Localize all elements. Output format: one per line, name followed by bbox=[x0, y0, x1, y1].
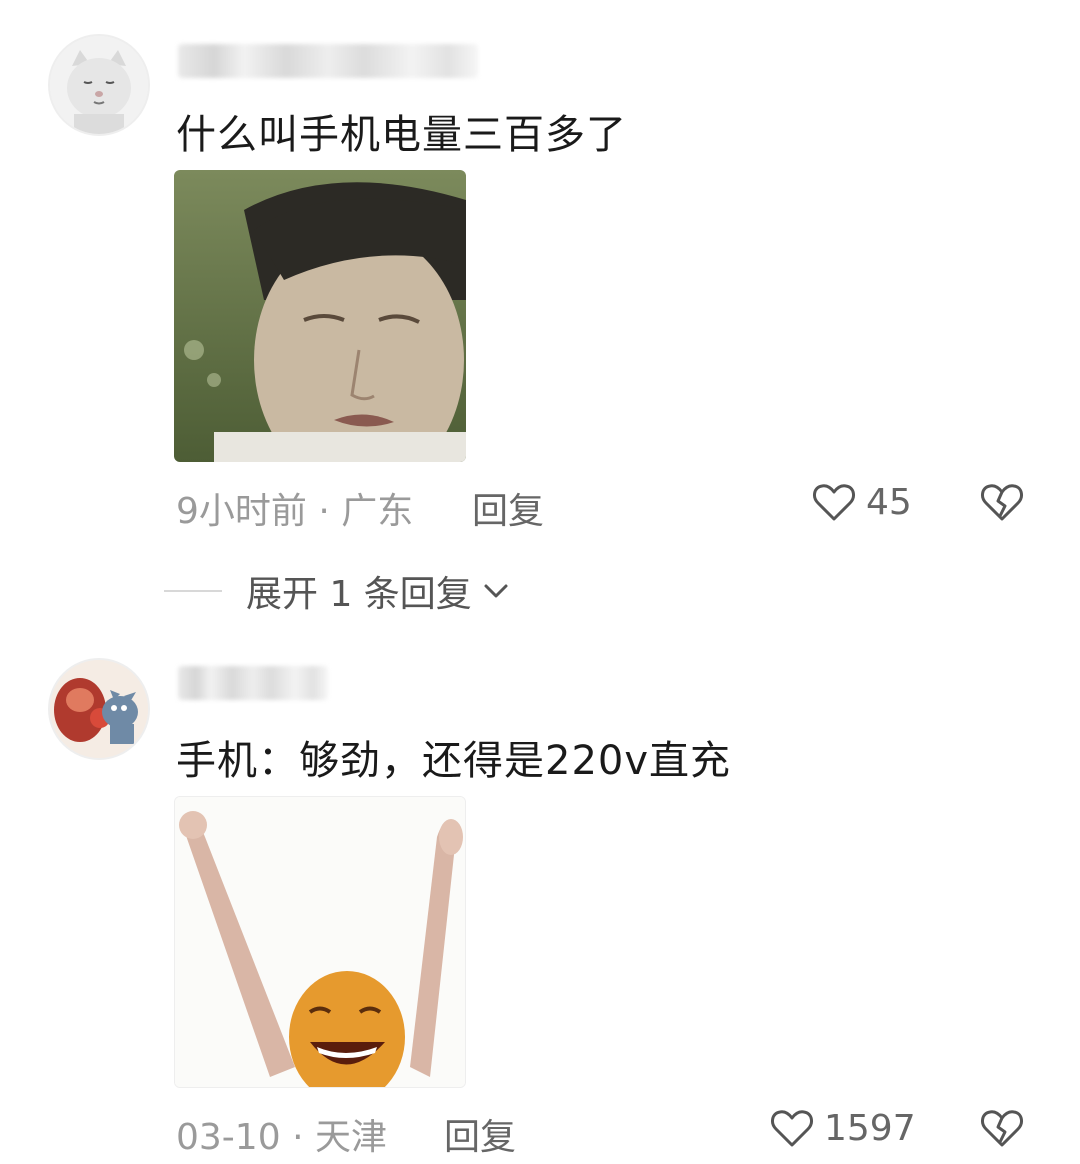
comment-text: 手机：够劲，还得是220v直充 bbox=[176, 738, 732, 784]
comment-location: 天津 bbox=[314, 1117, 387, 1158]
expand-replies-label: 展开 1 条回复 bbox=[246, 574, 472, 615]
username-blurred[interactable] bbox=[178, 666, 328, 700]
avatar[interactable] bbox=[48, 34, 150, 136]
comment-location: 广东 bbox=[341, 491, 414, 532]
username-blurred[interactable] bbox=[178, 44, 478, 78]
heart-outline-icon bbox=[771, 1110, 813, 1147]
comment-meta: 03-10 · 天津 回复 1597 bbox=[176, 1108, 1036, 1158]
comment-list: 什么叫手机电量三百多了 9小时前 · 广东 回复 45 展开 1 条回复 手机：… bbox=[0, 0, 1080, 1164]
dislike-button[interactable] bbox=[978, 1104, 1026, 1161]
cartoon-avatar-image bbox=[50, 660, 148, 758]
like-button[interactable]: 1597 bbox=[768, 1104, 916, 1152]
like-button[interactable]: 45 bbox=[810, 478, 912, 526]
comment-time: 03-10 bbox=[176, 1117, 281, 1158]
separator-dot: · bbox=[292, 1117, 315, 1158]
comment-meta: 9小时前 · 广东 回复 45 bbox=[176, 482, 1036, 532]
reply-button[interactable]: 回复 bbox=[444, 1108, 516, 1160]
comment-time: 9小时前 bbox=[176, 491, 307, 532]
cat-avatar-image bbox=[50, 36, 148, 134]
expand-replies-button[interactable]: 展开 1 条回复 bbox=[164, 566, 512, 616]
separator-dot: · bbox=[318, 491, 342, 532]
like-count: 45 bbox=[866, 481, 912, 523]
like-count: 1597 bbox=[824, 1107, 916, 1149]
comment-time-location: 03-10 · 天津 bbox=[176, 1108, 387, 1160]
divider-line bbox=[164, 590, 222, 592]
broken-heart-icon bbox=[981, 1110, 1023, 1147]
sticker-image[interactable] bbox=[174, 170, 466, 462]
dislike-button[interactable] bbox=[978, 478, 1026, 535]
sticker-image[interactable] bbox=[174, 796, 466, 1088]
reply-button[interactable]: 回复 bbox=[472, 482, 544, 534]
orange-cheering-sticker bbox=[175, 797, 465, 1087]
man-face-sticker bbox=[174, 170, 466, 462]
comment-text: 什么叫手机电量三百多了 bbox=[176, 112, 627, 158]
heart-outline-icon bbox=[813, 484, 855, 521]
avatar[interactable] bbox=[48, 658, 150, 760]
broken-heart-icon bbox=[981, 484, 1023, 521]
comment-time-location: 9小时前 · 广东 bbox=[176, 482, 413, 534]
chevron-down-icon bbox=[484, 584, 508, 598]
